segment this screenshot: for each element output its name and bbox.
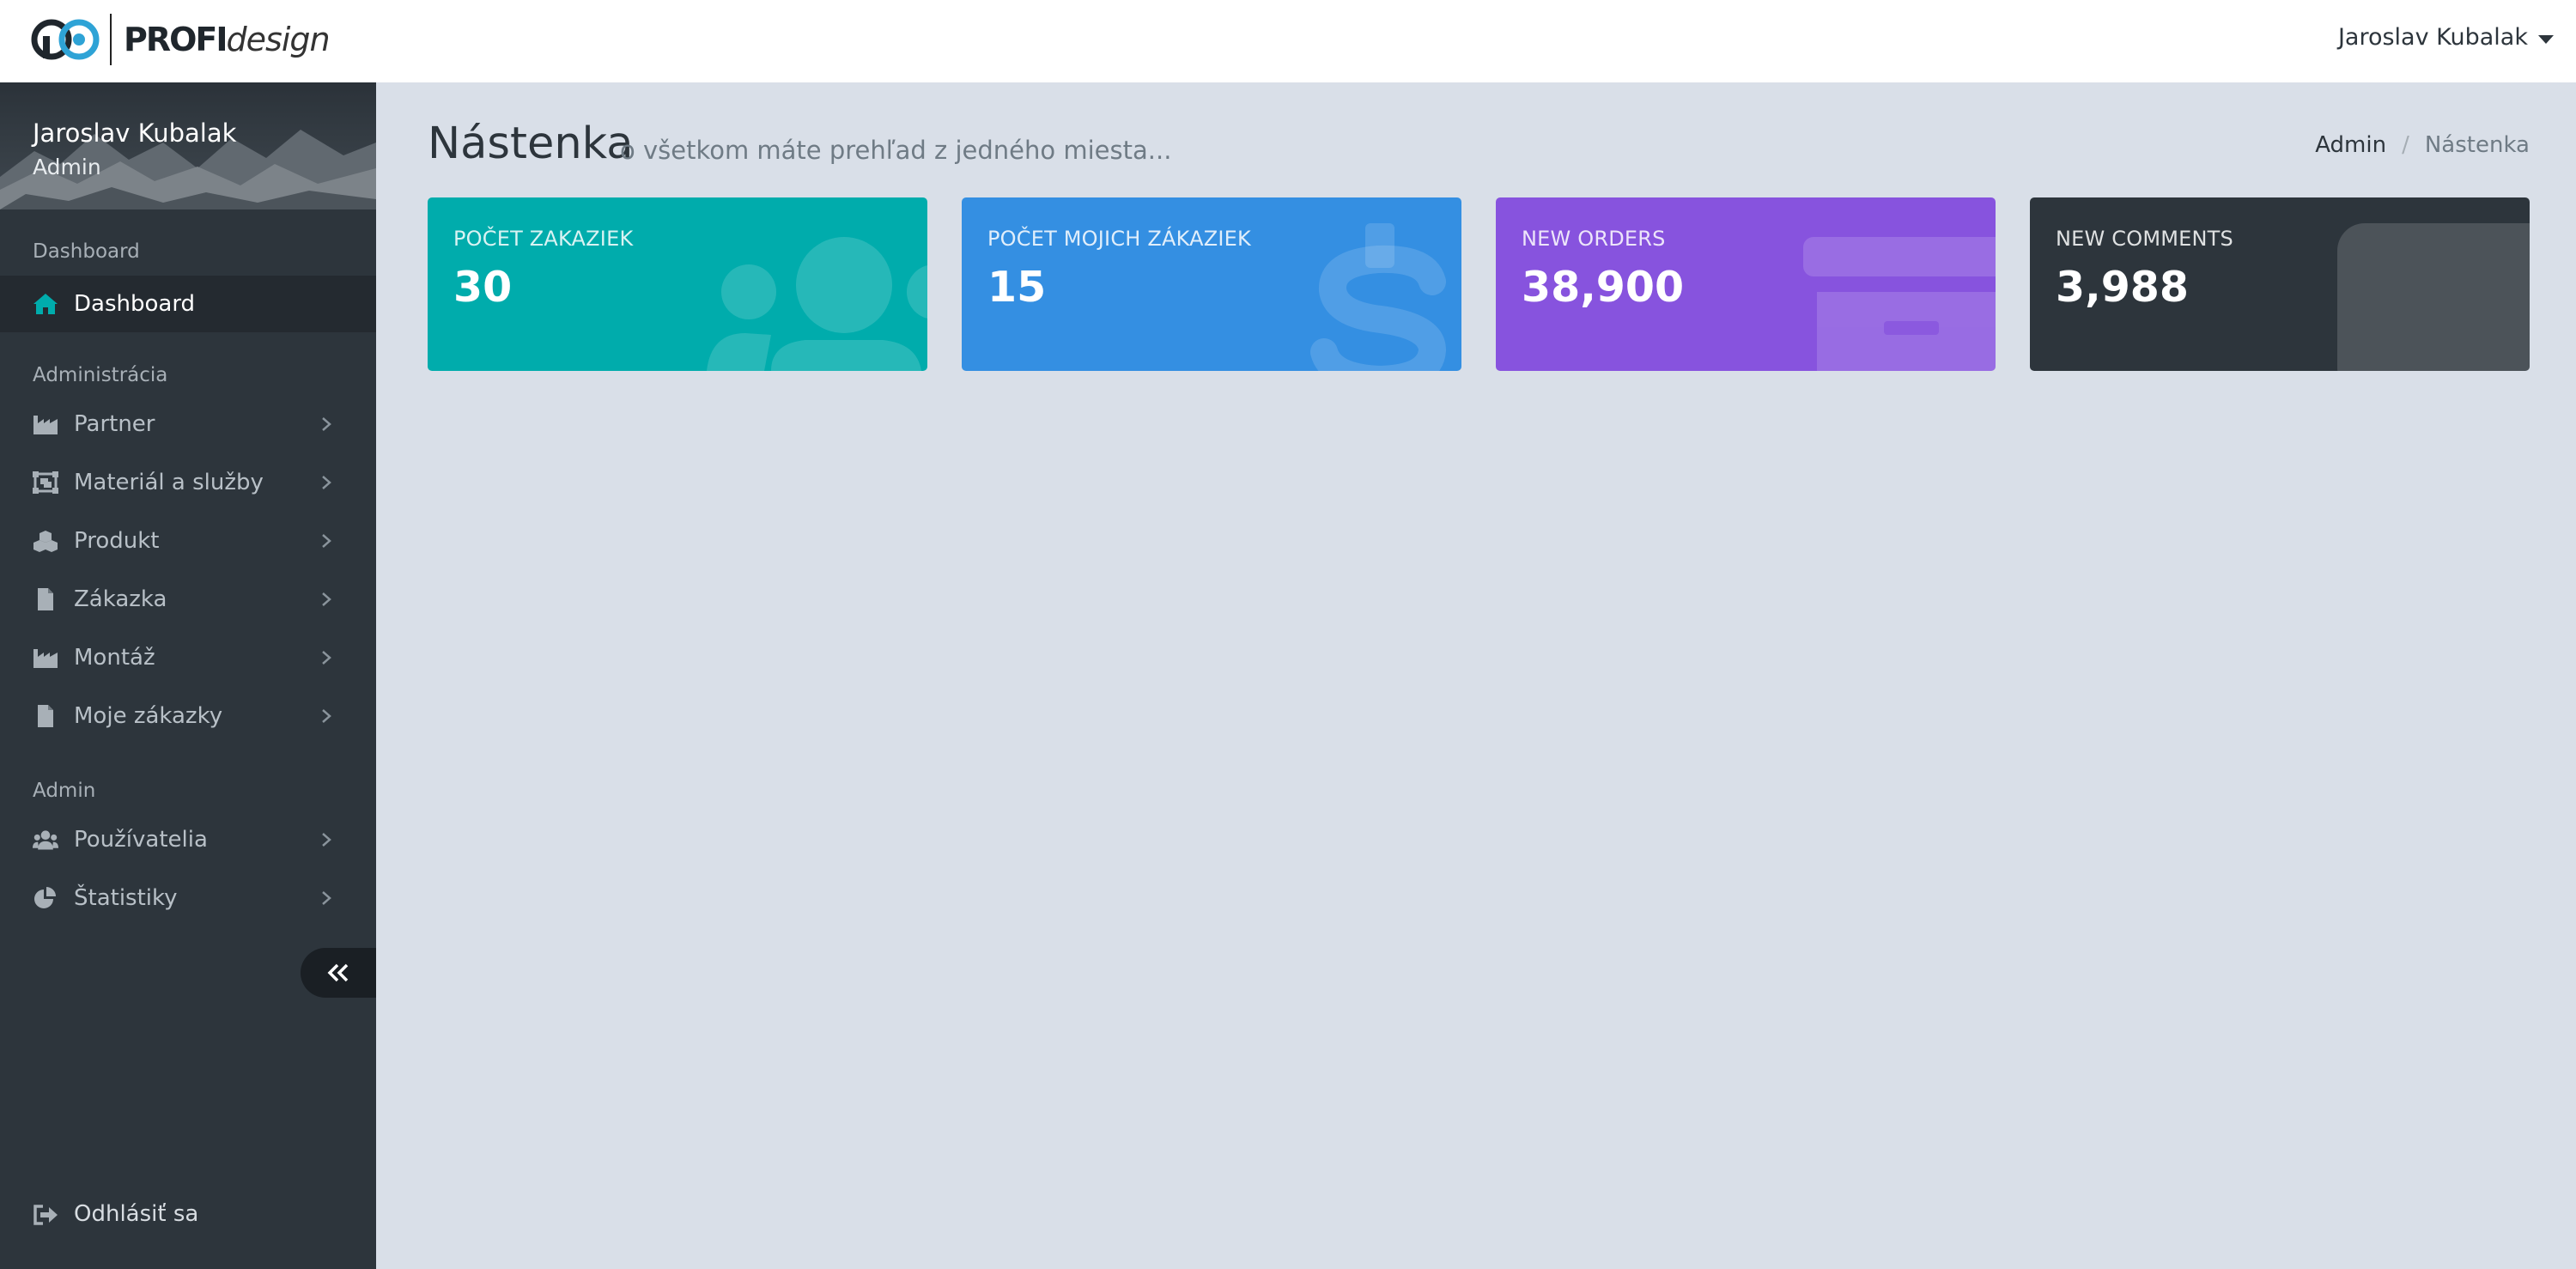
stat-card-title: POČET MOJICH ZÁKAZIEK: [987, 227, 1251, 251]
sidebar-collapse-button[interactable]: [301, 948, 376, 998]
caret-down-icon: [2538, 34, 2554, 44]
stat-card-pocet-zakaziek[interactable]: POČET ZAKAZIEK 30: [428, 197, 927, 371]
cubes-icon: [33, 531, 58, 552]
chevron-right-icon: [322, 476, 331, 489]
breadcrumb-current: Nástenka: [2424, 132, 2530, 158]
stat-card-value: 38,900: [1522, 263, 1685, 312]
file-icon: [38, 588, 53, 610]
sidebar: Jaroslav Kubalak Admin Dashboard Dashboa…: [0, 82, 376, 1269]
sidebar-item-dashboard[interactable]: Dashboard: [0, 276, 376, 332]
sidebar-item-label: Materiál a služby: [74, 470, 264, 495]
sidebar-item-moje-zakazky[interactable]: Moje zákazky: [0, 688, 376, 744]
sidebar-profile[interactable]: Jaroslav Kubalak Admin: [0, 82, 376, 209]
file-icon: [38, 705, 53, 727]
breadcrumb-admin-link[interactable]: Admin: [2315, 132, 2386, 158]
stat-card-title: POČET ZAKAZIEK: [453, 227, 634, 251]
sidebar-item-label: Zákazka: [74, 586, 167, 612]
logo-divider: [110, 14, 112, 65]
sidebar-item-material-a-sluzby[interactable]: Materiál a služby: [0, 454, 376, 511]
sign-out-icon: [33, 1205, 58, 1225]
logout-label: Odhlásiť sa: [74, 1201, 199, 1227]
stat-card-new-comments[interactable]: NEW COMMENTS 3,988: [2030, 197, 2530, 371]
chevron-right-icon: [322, 592, 331, 606]
sidebar-item-statistiky[interactable]: Štatistiky: [0, 870, 376, 926]
page-title: Nástenka: [428, 118, 634, 169]
stat-card-value: 3,988: [2056, 263, 2189, 312]
brand-logo[interactable]: PROFI design: [31, 14, 331, 65]
user-menu-toggle[interactable]: Jaroslav Kubalak: [2338, 24, 2554, 51]
stat-card-title: NEW COMMENTS: [2056, 227, 2233, 251]
pie-chart-icon: [34, 887, 56, 908]
logo-light-text: design: [226, 21, 331, 58]
sidebar-item-label: Partner: [74, 411, 155, 437]
sidebar-item-label: Dashboard: [74, 291, 196, 317]
object-group-icon: [33, 471, 58, 494]
chevron-right-icon: [322, 534, 331, 548]
chevron-right-icon: [322, 833, 331, 847]
sidebar-item-label: Montáž: [74, 645, 155, 671]
stat-card-new-orders[interactable]: NEW ORDERS 38,900: [1496, 197, 1996, 371]
section-header-dashboard: Dashboard: [33, 240, 140, 263]
page-subtitle: o všetkom máte prehľad z jedného miesta.…: [620, 136, 1172, 165]
sidebar-item-label: Používatelia: [74, 827, 208, 853]
home-icon: [33, 294, 58, 314]
stat-card-value: 30: [453, 263, 513, 312]
profile-role: Admin: [33, 155, 101, 179]
sidebar-item-zakazka[interactable]: Zákazka: [0, 571, 376, 628]
profile-name: Jaroslav Kubalak: [33, 118, 237, 148]
user-menu-name: Jaroslav Kubalak: [2337, 24, 2528, 51]
section-header-administracia: Administrácia: [33, 364, 168, 386]
double-chevron-left-icon: [327, 963, 349, 982]
section-header-admin: Admin: [33, 780, 96, 802]
sidebar-item-produkt[interactable]: Produkt: [0, 513, 376, 569]
stat-card-title: NEW ORDERS: [1522, 227, 1666, 251]
breadcrumb-separator: /: [2402, 132, 2409, 158]
chevron-right-icon: [322, 417, 331, 431]
logout-link[interactable]: Odhlásiť sa: [0, 1190, 376, 1238]
sidebar-item-montaz[interactable]: Montáž: [0, 629, 376, 686]
logo-wordmark: PROFI design: [124, 21, 331, 58]
chevron-right-icon: [322, 651, 331, 665]
sidebar-item-partner[interactable]: Partner: [0, 396, 376, 452]
users-icon: [33, 830, 58, 850]
chevron-right-icon: [322, 891, 331, 905]
industry-icon: [33, 416, 58, 434]
sidebar-item-label: Produkt: [74, 528, 160, 554]
logo-bold-text: PROFI: [124, 21, 228, 58]
stat-card-pocet-mojich-zakaziek[interactable]: POČET MOJICH ZÁKAZIEK 15: [962, 197, 1461, 371]
industry-icon: [33, 649, 58, 668]
sidebar-item-label: Štatistiky: [74, 885, 178, 911]
sidebar-item-label: Moje zákazky: [74, 703, 223, 729]
breadcrumb: Admin / Nástenka: [2315, 132, 2530, 158]
sidebar-item-pouzivatelia[interactable]: Používatelia: [0, 811, 376, 868]
stat-card-value: 15: [987, 263, 1047, 312]
top-header: PROFI design Jaroslav Kubalak: [0, 0, 2576, 82]
chevron-right-icon: [322, 709, 331, 723]
logo-mark-icon: [31, 19, 100, 60]
